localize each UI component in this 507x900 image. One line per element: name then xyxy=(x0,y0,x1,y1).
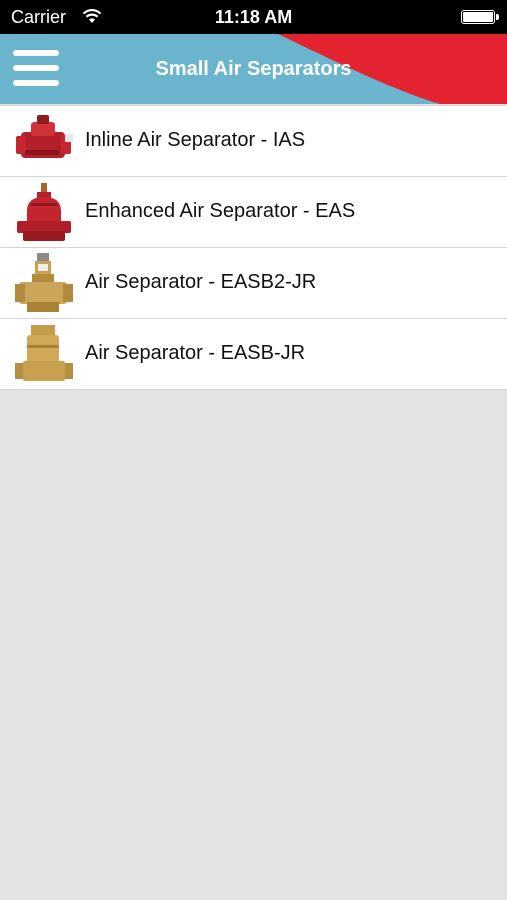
item-label: Air Separator - EASB2-JR xyxy=(85,271,317,293)
inline-air-separator-image xyxy=(16,115,73,158)
battery-icon xyxy=(461,10,499,24)
navigation-bar: Small Air Separators xyxy=(0,34,507,104)
air-separator-easb2-jr-image xyxy=(15,253,73,312)
enhanced-air-separator-image xyxy=(17,183,71,241)
air-separator-easb-jr-image xyxy=(15,325,73,381)
item-label: Inline Air Separator - IAS xyxy=(85,129,306,151)
hamburger-menu-icon xyxy=(13,50,59,56)
list-item-ias[interactable]: Inline Air Separator - IAS xyxy=(0,106,507,177)
clock-time: 11:18 AM xyxy=(214,7,293,27)
page-title: Small Air Separators xyxy=(155,58,352,80)
product-list: Inline Air Separator - IAS Enhanced Air … xyxy=(0,105,507,390)
list-item-easb2-jr[interactable]: Air Separator - EASB2-JR xyxy=(0,248,507,319)
status-bar: Carrier 11:18 AM xyxy=(0,0,507,34)
item-label: Air Separator - EASB-JR xyxy=(85,342,306,364)
list-item-eas[interactable]: Enhanced Air Separator - EAS xyxy=(0,177,507,248)
list-item-easb-jr[interactable]: Air Separator - EASB-JR xyxy=(0,319,507,390)
item-label: Enhanced Air Separator - EAS xyxy=(85,200,356,222)
